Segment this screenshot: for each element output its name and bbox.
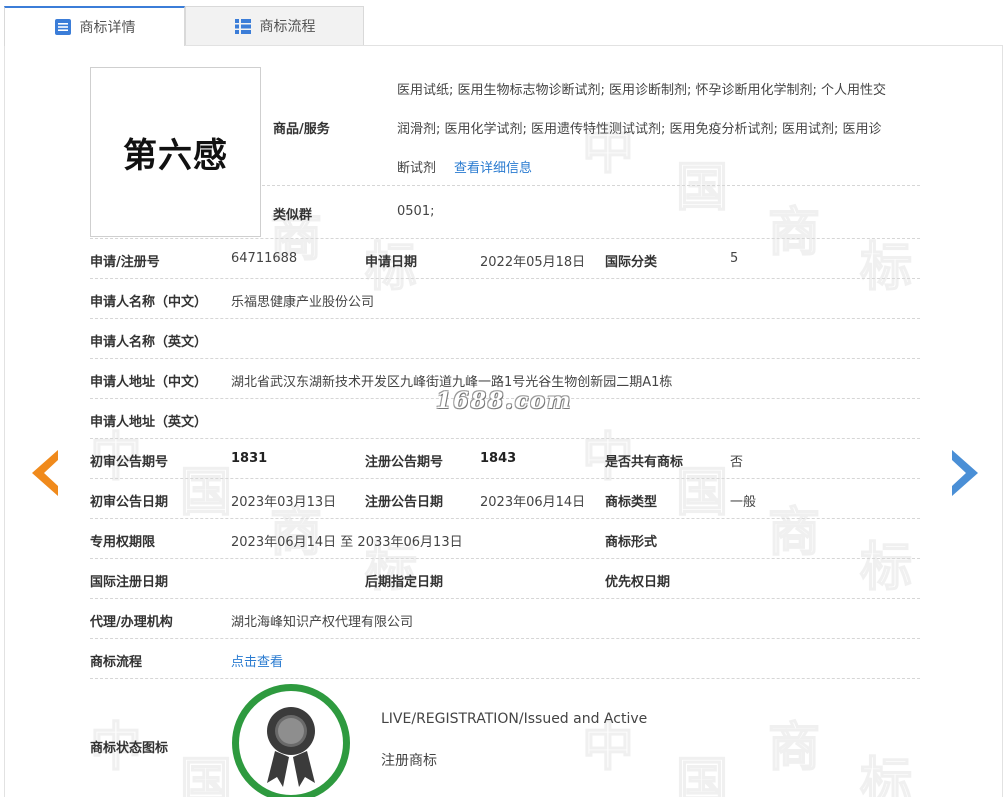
reg-notice-date-value: 2023年06月14日	[480, 495, 586, 510]
divider	[90, 638, 920, 639]
exclusive-term-value: 2023年06月14日 至 2033年06月13日	[231, 535, 463, 550]
grid-list-icon	[234, 17, 252, 35]
view-details-link[interactable]: 查看详细信息	[454, 157, 532, 176]
tm-form-label: 商标形式	[605, 535, 658, 550]
prelim-no-label: 初审公告期号	[90, 455, 169, 470]
intl-class-value: 5	[730, 251, 739, 266]
agent-value: 湖北海峰知识产权代理有限公司	[231, 615, 414, 630]
tab-trademark-details[interactable]: 商标详情	[4, 6, 185, 46]
address-cn-label: 申请人地址（中文）	[90, 375, 208, 390]
divider	[90, 438, 920, 439]
agent-label: 代理/办理机构	[90, 615, 173, 630]
next-record-button[interactable]	[950, 448, 986, 498]
trademark-image: 第六感	[90, 67, 261, 237]
process-label: 商标流程	[90, 655, 143, 670]
applicant-cn-value: 乐福思健康产业股份公司	[231, 295, 375, 310]
status-en-text: LIVE/REGISTRATION/Issued and Active	[381, 711, 648, 727]
view-process-link[interactable]: 点击查看	[231, 651, 283, 670]
prelim-date-value: 2023年03月13日	[231, 495, 337, 510]
goods-label: 商品/服务	[273, 122, 330, 137]
goods-line: 医用试纸; 医用生物标志物诊断试剂; 医用诊断制剂; 怀孕诊断用化学制剂; 个人…	[397, 83, 887, 98]
arrow-right-icon	[952, 450, 978, 496]
reg-no-value: 64711688	[231, 251, 298, 266]
address-en-label: 申请人地址（英文）	[90, 415, 208, 430]
site-watermark: 1688.com	[436, 388, 573, 414]
divider	[262, 185, 920, 186]
arrow-left-icon	[32, 450, 58, 496]
goods-line: 断试剂	[397, 161, 437, 176]
tab-label: 商标流程	[259, 19, 316, 35]
shared-label: 是否共有商标	[605, 455, 684, 470]
intl-reg-date-label: 国际注册日期	[90, 575, 169, 590]
status-cn-text: 注册商标	[381, 753, 437, 769]
tab-trademark-process[interactable]: 商标流程	[185, 6, 364, 46]
applicant-cn-label: 申请人名称（中文）	[90, 295, 208, 310]
goods-line: 润滑剂; 医用化学试剂; 医用遗传特性测试试剂; 医用免疫分析试剂; 医用试剂;…	[397, 122, 882, 137]
reg-notice-date-label: 注册公告日期	[365, 495, 444, 510]
status-badge	[232, 684, 350, 797]
status-icon-label: 商标状态图标	[90, 741, 169, 756]
reg-notice-no-label: 注册公告期号	[365, 455, 444, 470]
tm-type-label: 商标类型	[605, 495, 658, 510]
priority-date-label: 优先权日期	[605, 575, 671, 590]
reg-no-label: 申请/注册号	[90, 255, 160, 270]
document-list-icon	[54, 18, 72, 36]
divider	[90, 358, 920, 359]
divider	[90, 518, 920, 519]
apply-date-label: 申请日期	[365, 255, 418, 270]
divider	[90, 558, 920, 559]
divider	[90, 278, 920, 279]
divider	[90, 598, 920, 599]
award-ribbon-icon	[267, 707, 315, 787]
similar-group-label: 类似群	[273, 208, 313, 223]
apply-date-value: 2022年05月18日	[480, 255, 586, 270]
prelim-no-value: 1831	[231, 451, 268, 466]
trademark-logo-text: 第六感	[123, 135, 228, 176]
exclusive-term-label: 专用权期限	[90, 535, 156, 550]
reg-notice-no-value: 1843	[480, 451, 517, 466]
shared-value: 否	[730, 455, 744, 470]
intl-class-label: 国际分类	[605, 255, 658, 270]
prelim-date-label: 初审公告日期	[90, 495, 169, 510]
divider	[90, 318, 920, 319]
applicant-en-label: 申请人名称（英文）	[90, 335, 208, 350]
similar-group-value: 0501;	[397, 204, 435, 219]
later-designation-label: 后期指定日期	[365, 575, 444, 590]
tab-label: 商标详情	[79, 20, 136, 36]
tm-type-value: 一般	[730, 495, 757, 510]
divider	[90, 238, 920, 239]
divider	[90, 478, 920, 479]
prev-record-button[interactable]	[24, 448, 60, 498]
tab-bar: 商标详情 商标流程	[4, 6, 364, 46]
divider	[90, 678, 920, 679]
